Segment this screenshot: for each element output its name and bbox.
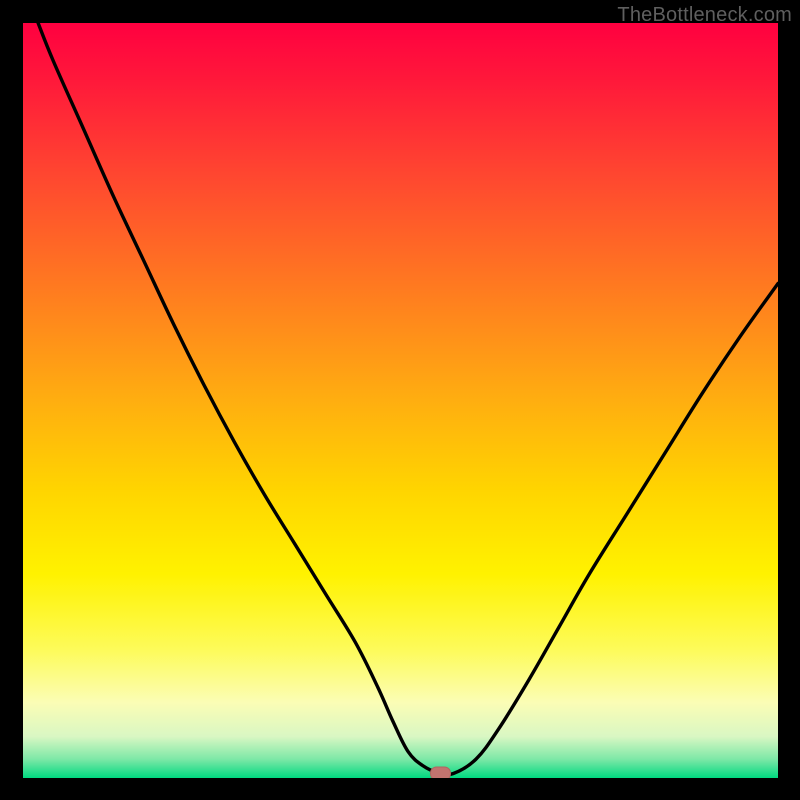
bottleneck-curve xyxy=(23,23,778,778)
watermark-text: TheBottleneck.com xyxy=(617,4,792,27)
chart-frame: TheBottleneck.com xyxy=(0,0,800,800)
optimum-marker xyxy=(431,767,451,778)
plot-area xyxy=(23,23,778,778)
